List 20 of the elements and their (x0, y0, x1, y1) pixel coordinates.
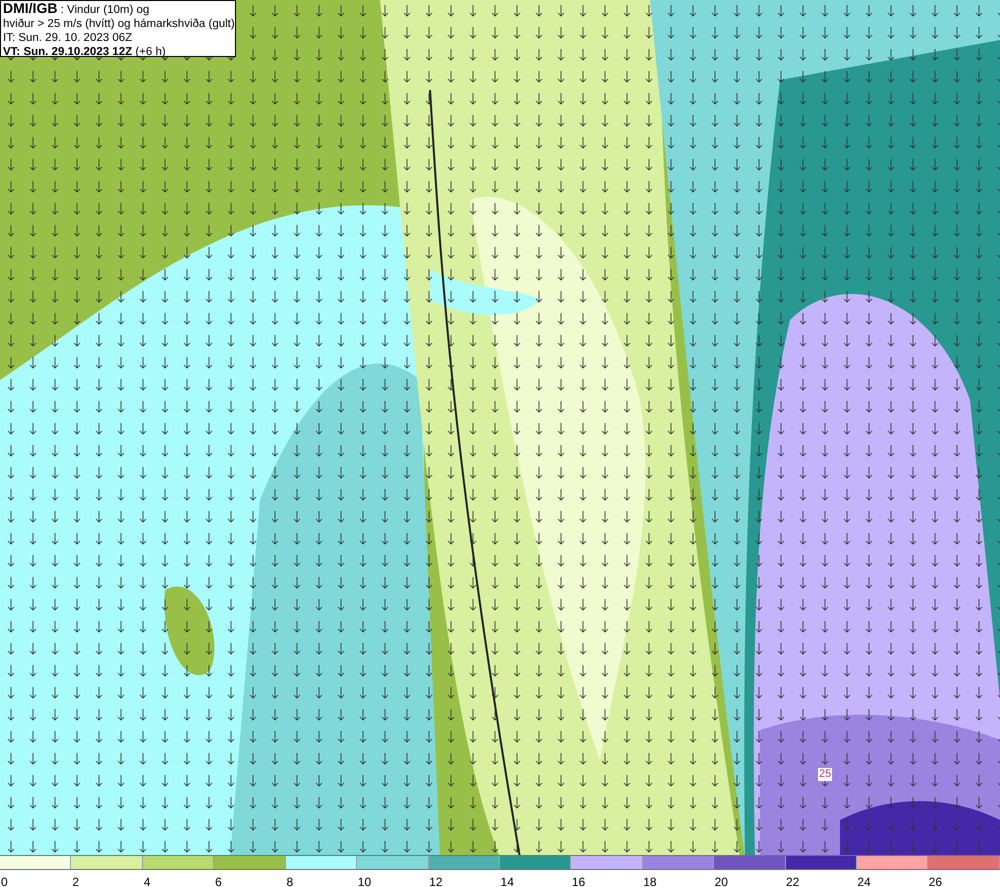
legend-label: 0 (1, 875, 8, 887)
legend-label: 22 (786, 875, 800, 887)
legend-label: 14 (500, 875, 514, 887)
legend-label: 18 (643, 875, 657, 887)
legend-label: 24 (857, 875, 871, 887)
legend-label: 10 (358, 875, 372, 887)
title-line: hviður > 25 m/s (hvítt) og hámarkshviða (gult) (3, 17, 235, 31)
legend-label: 2 (72, 875, 80, 887)
source-title: DMI/IGB (3, 0, 58, 16)
legend-label: 26 (928, 875, 942, 887)
legend-label: 4 (144, 875, 150, 887)
title-line: IT: Sun. 29. 10. 2023 06Z (3, 31, 132, 45)
legend-label: 6 (215, 875, 222, 887)
legend-label: 8 (286, 875, 294, 887)
legend-label: 20 (714, 875, 728, 887)
contour-label: 25 (818, 768, 832, 781)
legend-label: 16 (572, 875, 586, 887)
valid-time: VT: Sun. 29.10.2023 12Z (+6 h) (3, 45, 166, 59)
legend-label: 12 (429, 875, 443, 887)
title-text: : Vindur (10m) og (60, 4, 150, 16)
